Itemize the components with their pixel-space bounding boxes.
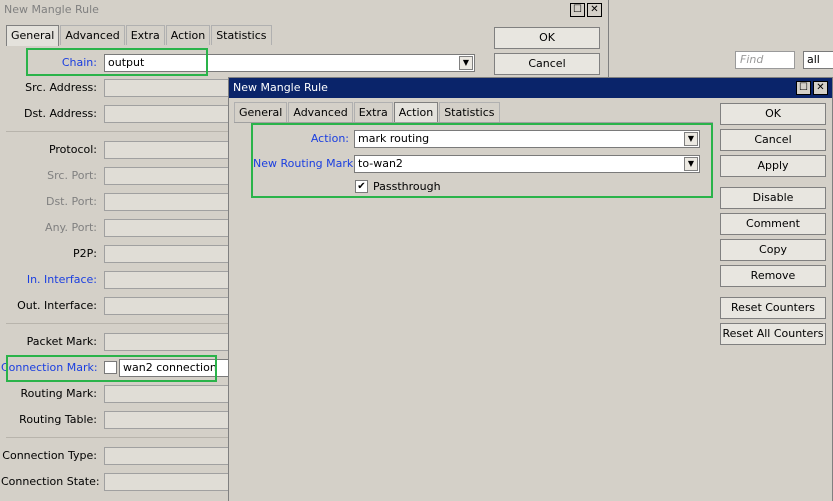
src-address-label: Src. Address: bbox=[25, 81, 97, 94]
connection-state-field[interactable] bbox=[104, 473, 234, 491]
src-address-field[interactable] bbox=[104, 79, 234, 97]
dst-port-label: Dst. Port: bbox=[45, 195, 97, 208]
chevron-down-icon[interactable]: ▼ bbox=[459, 56, 473, 70]
tab-statistics[interactable]: Statistics bbox=[439, 102, 500, 122]
remove-button[interactable]: Remove bbox=[720, 265, 826, 287]
any-port-field[interactable] bbox=[104, 219, 234, 237]
routing-table-field[interactable] bbox=[104, 411, 234, 429]
window-title: New Mangle Rule bbox=[233, 81, 328, 94]
reset-counters-button[interactable]: Reset Counters bbox=[720, 297, 826, 319]
divider bbox=[6, 437, 236, 438]
p2p-field[interactable] bbox=[104, 245, 234, 263]
apply-button[interactable]: Apply bbox=[720, 155, 826, 177]
passthrough-label: Passthrough bbox=[373, 180, 441, 193]
in-interface-field[interactable] bbox=[104, 271, 234, 289]
tab-advanced[interactable]: Advanced bbox=[60, 25, 125, 45]
reset-all-counters-button[interactable]: Reset All Counters bbox=[720, 323, 826, 345]
in-interface-label: In. Interface: bbox=[26, 273, 97, 286]
tab-extra[interactable]: Extra bbox=[125, 25, 165, 45]
tab-action[interactable]: Action bbox=[165, 25, 211, 45]
cancel-button[interactable]: Cancel bbox=[494, 53, 600, 75]
foreground-title-bar: New Mangle Rule bbox=[229, 78, 832, 98]
background-tab-bar: General Advanced Extra Action Statistics bbox=[6, 25, 273, 46]
tab-general[interactable]: General bbox=[6, 25, 60, 46]
comment-button[interactable]: Comment bbox=[720, 213, 826, 235]
tab-general[interactable]: General bbox=[234, 102, 288, 122]
dst-address-field[interactable] bbox=[104, 105, 234, 123]
action-label: Action: bbox=[310, 132, 349, 145]
foreground-tab-bar: General Advanced Extra Action Statistics bbox=[234, 102, 501, 123]
src-port-label: Src. Port: bbox=[47, 169, 97, 182]
chevron-down-icon[interactable]: ▼ bbox=[684, 157, 698, 171]
packet-mark-label: Packet Mark: bbox=[26, 335, 97, 348]
disable-button[interactable]: Disable bbox=[720, 187, 826, 209]
close-icon[interactable]: ✕ bbox=[587, 3, 602, 17]
out-interface-field[interactable] bbox=[104, 297, 234, 315]
protocol-label: Protocol: bbox=[48, 143, 97, 156]
routing-mark-label: Routing Mark: bbox=[20, 387, 97, 400]
action-value: mark routing bbox=[358, 132, 430, 145]
cancel-button[interactable]: Cancel bbox=[720, 129, 826, 151]
connection-type-label: Connection Type: bbox=[2, 449, 97, 462]
tab-extra[interactable]: Extra bbox=[353, 102, 393, 122]
action-select[interactable]: mark routing ▼ bbox=[354, 130, 700, 148]
new-routing-mark-value: to-wan2 bbox=[358, 157, 403, 170]
new-routing-mark-label: New Routing Mark: bbox=[253, 157, 357, 170]
background-title-bar: New Mangle Rule bbox=[0, 0, 608, 20]
dst-address-label: Dst. Address: bbox=[23, 107, 97, 120]
out-interface-label: Out. Interface: bbox=[17, 299, 97, 312]
dst-port-field[interactable] bbox=[104, 193, 234, 211]
connection-type-field[interactable] bbox=[104, 447, 234, 465]
action-panel bbox=[234, 122, 713, 501]
packet-mark-field[interactable] bbox=[104, 333, 234, 351]
close-icon[interactable]: ✕ bbox=[813, 81, 828, 95]
find-input[interactable]: Find bbox=[735, 51, 795, 69]
window-title: New Mangle Rule bbox=[4, 3, 99, 16]
routing-mark-field[interactable] bbox=[104, 385, 234, 403]
connection-mark-field[interactable]: wan2 connection bbox=[119, 359, 231, 377]
any-port-label: Any. Port: bbox=[45, 221, 97, 234]
src-port-field[interactable] bbox=[104, 167, 234, 185]
divider bbox=[6, 131, 236, 132]
foreground-mangle-window: New Mangle Rule ☐ ✕ General Advanced Ext… bbox=[228, 77, 833, 501]
tab-action[interactable]: Action bbox=[393, 102, 439, 123]
tab-statistics[interactable]: Statistics bbox=[211, 25, 272, 45]
p2p-label: P2P: bbox=[73, 247, 97, 260]
connection-mark-negate-checkbox[interactable] bbox=[104, 361, 117, 374]
passthrough-checkbox[interactable]: ✔ bbox=[355, 180, 368, 193]
routing-table-label: Routing Table: bbox=[19, 413, 97, 426]
divider bbox=[6, 323, 236, 324]
tab-advanced[interactable]: Advanced bbox=[288, 102, 353, 122]
chevron-down-icon[interactable]: ▼ bbox=[684, 132, 698, 146]
chain-value: output bbox=[108, 56, 145, 69]
copy-button[interactable]: Copy bbox=[720, 239, 826, 261]
connection-state-label: Connection State: bbox=[1, 475, 100, 488]
ok-button[interactable]: OK bbox=[494, 27, 600, 49]
chain-label: Chain: bbox=[61, 56, 97, 69]
maximize-icon[interactable]: ☐ bbox=[796, 81, 811, 95]
filter-select[interactable]: all bbox=[803, 51, 833, 69]
protocol-field[interactable] bbox=[104, 141, 234, 159]
ok-button[interactable]: OK bbox=[720, 103, 826, 125]
chain-select[interactable]: output ▼ bbox=[104, 54, 475, 72]
connection-mark-label: Connection Mark: bbox=[1, 361, 98, 374]
maximize-icon[interactable]: ☐ bbox=[570, 3, 585, 17]
new-routing-mark-select[interactable]: to-wan2 ▼ bbox=[354, 155, 700, 173]
